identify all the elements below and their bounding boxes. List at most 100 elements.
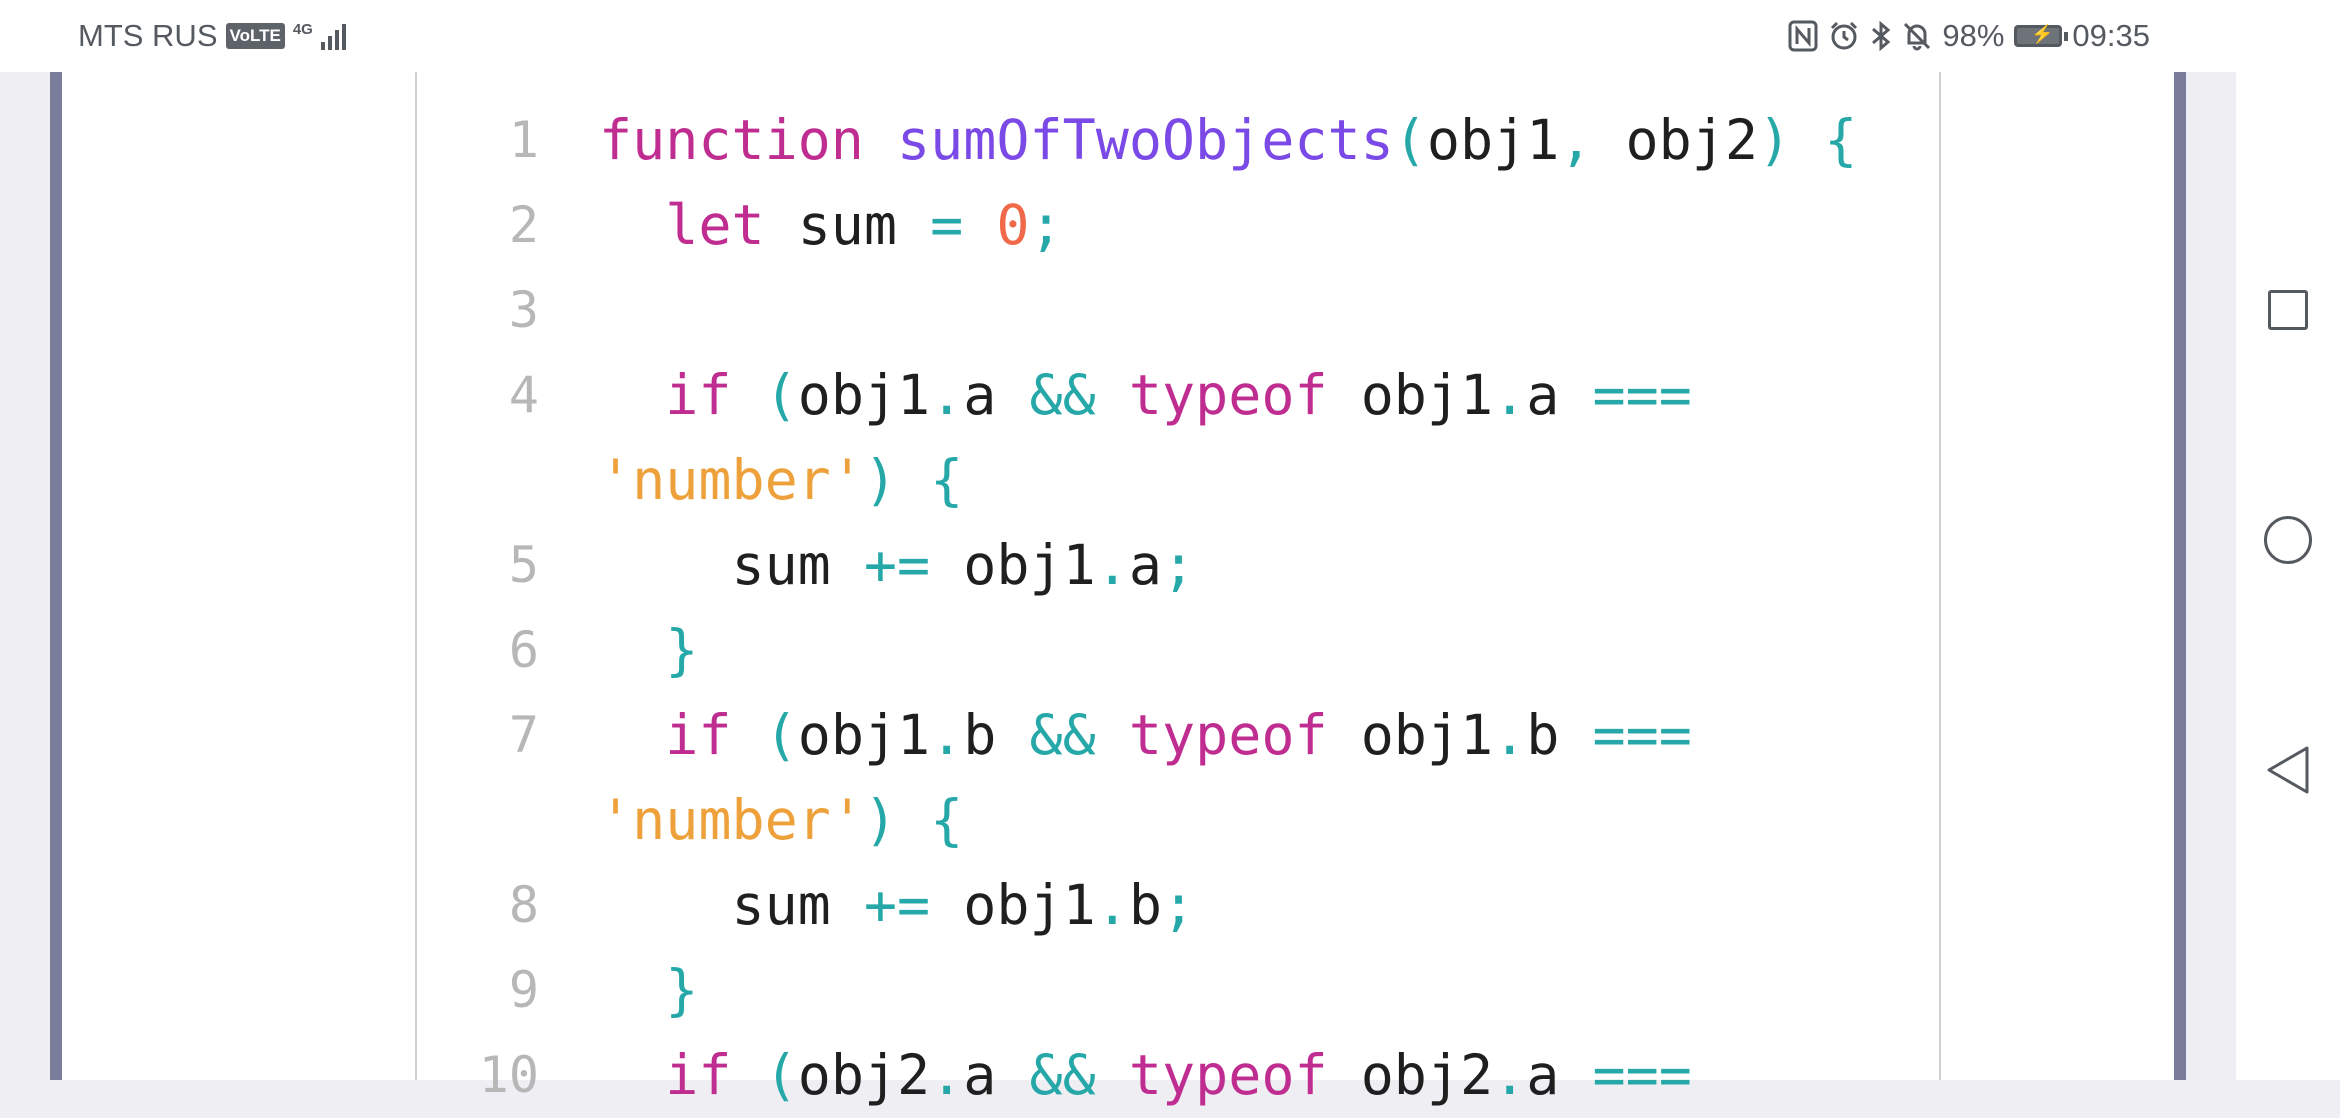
code-token: === [1592, 703, 1692, 767]
code-token: = [930, 193, 964, 257]
code-text: } [599, 608, 698, 693]
code-token: typeof [1128, 363, 1328, 427]
code-token: obj1 [1327, 363, 1494, 427]
code-text: 'number') { [599, 778, 963, 863]
line-number: 8 [508, 876, 539, 934]
code-text: if (obj1.b && typeof obj1.b === [599, 693, 1692, 778]
triangle-back-icon [2267, 746, 2309, 794]
battery-percent: 98% [1942, 18, 2005, 53]
code-token: 'number' [599, 448, 864, 512]
code-token: += [863, 533, 931, 597]
code-line: 3 [417, 268, 1939, 353]
code-token: += [863, 873, 931, 937]
code-token: . [1095, 533, 1129, 597]
code-token: ( [764, 1043, 798, 1107]
line-number: 7 [508, 706, 539, 764]
code-line: 9 } [417, 948, 1939, 1033]
code-token: . [930, 363, 964, 427]
code-block[interactable]: 1 function sumOfTwoObjects(obj1, obj2) {2… [415, 72, 1941, 1107]
code-token: . [1095, 873, 1129, 937]
recents-button[interactable] [2262, 284, 2314, 336]
code-token: typeof [1128, 703, 1328, 767]
code-token: { [930, 448, 964, 512]
code-token: obj1 [930, 873, 1096, 937]
code-token: a [1128, 533, 1162, 597]
line-number: 2 [508, 196, 539, 254]
back-button[interactable] [2262, 744, 2314, 796]
navigation-bar [2236, 0, 2340, 1080]
code-text: if (obj2.a && typeof obj2.a === [599, 1033, 1692, 1118]
code-token: . [930, 1043, 964, 1107]
alarm-icon [1828, 20, 1860, 52]
code-token: obj1 [930, 533, 1096, 597]
signal-icon [320, 22, 346, 50]
code-token: ) [1758, 108, 1792, 172]
code-text: if (obj1.a && typeof obj1.a === [599, 353, 1692, 438]
code-token: let [665, 193, 765, 257]
code-line: 7 if (obj1.b && typeof obj1.b === [417, 693, 1939, 778]
code-token: obj1 [1327, 703, 1494, 767]
code-token: b [1128, 873, 1162, 937]
code-token: === [1592, 1043, 1692, 1107]
code-lines: 1 function sumOfTwoObjects(obj1, obj2) {2… [417, 98, 1939, 1118]
code-token: } [665, 618, 699, 682]
code-token: obj2 [1592, 108, 1759, 172]
code-token: , [1559, 108, 1593, 172]
code-token: } [665, 958, 699, 1022]
code-token: a [1526, 1043, 1593, 1107]
code-text: function sumOfTwoObjects(obj1, obj2) { [599, 98, 1857, 183]
line-number: 10 [478, 1046, 539, 1104]
code-token: b [963, 703, 1030, 767]
code-token: sum [599, 873, 864, 937]
code-token: === [1592, 363, 1692, 427]
mute-icon [1902, 20, 1932, 52]
code-token: a [963, 363, 1030, 427]
code-token: && [1029, 1043, 1096, 1107]
code-token: ( [1393, 108, 1427, 172]
code-token: obj1 [797, 703, 931, 767]
code-token: ) [863, 448, 898, 512]
code-token: typeof [1128, 1043, 1328, 1107]
battery-icon: ⚡ [2014, 24, 2069, 47]
nfc-icon [1788, 20, 1818, 52]
status-left: MTS RUS VoLTE 4G [78, 16, 346, 56]
code-token: a [1526, 363, 1593, 427]
code-token: . [1493, 1043, 1527, 1107]
code-token: && [1029, 363, 1096, 427]
content-area[interactable]: 1 function sumOfTwoObjects(obj1, obj2) {2… [0, 72, 2236, 1107]
code-token: sum [599, 533, 864, 597]
line-number: 9 [508, 961, 539, 1019]
code-token: sum [764, 193, 931, 257]
code-token: sumOfTwoObjects [897, 108, 1394, 172]
code-token: 0 [996, 193, 1030, 257]
code-text: } [599, 948, 698, 1033]
code-token: ( [764, 363, 798, 427]
code-token: ; [1029, 193, 1063, 257]
code-line: 5 sum += obj1.a; [417, 523, 1939, 608]
home-button[interactable] [2262, 514, 2314, 566]
code-token: { [1824, 108, 1858, 172]
line-number: 4 [508, 366, 539, 424]
code-line: 10 if (obj2.a && typeof obj2.a === [417, 1033, 1939, 1118]
code-token: obj2 [1327, 1043, 1494, 1107]
status-right: 98% ⚡ 09:35 [1788, 16, 2150, 56]
code-token: . [1493, 363, 1527, 427]
code-token: ; [1161, 533, 1196, 597]
code-token: { [930, 788, 964, 852]
code-token: ; [1161, 873, 1196, 937]
code-text: let sum = 0; [599, 183, 1063, 268]
carrier-name: MTS RUS [78, 18, 218, 53]
line-number: 5 [508, 536, 539, 594]
